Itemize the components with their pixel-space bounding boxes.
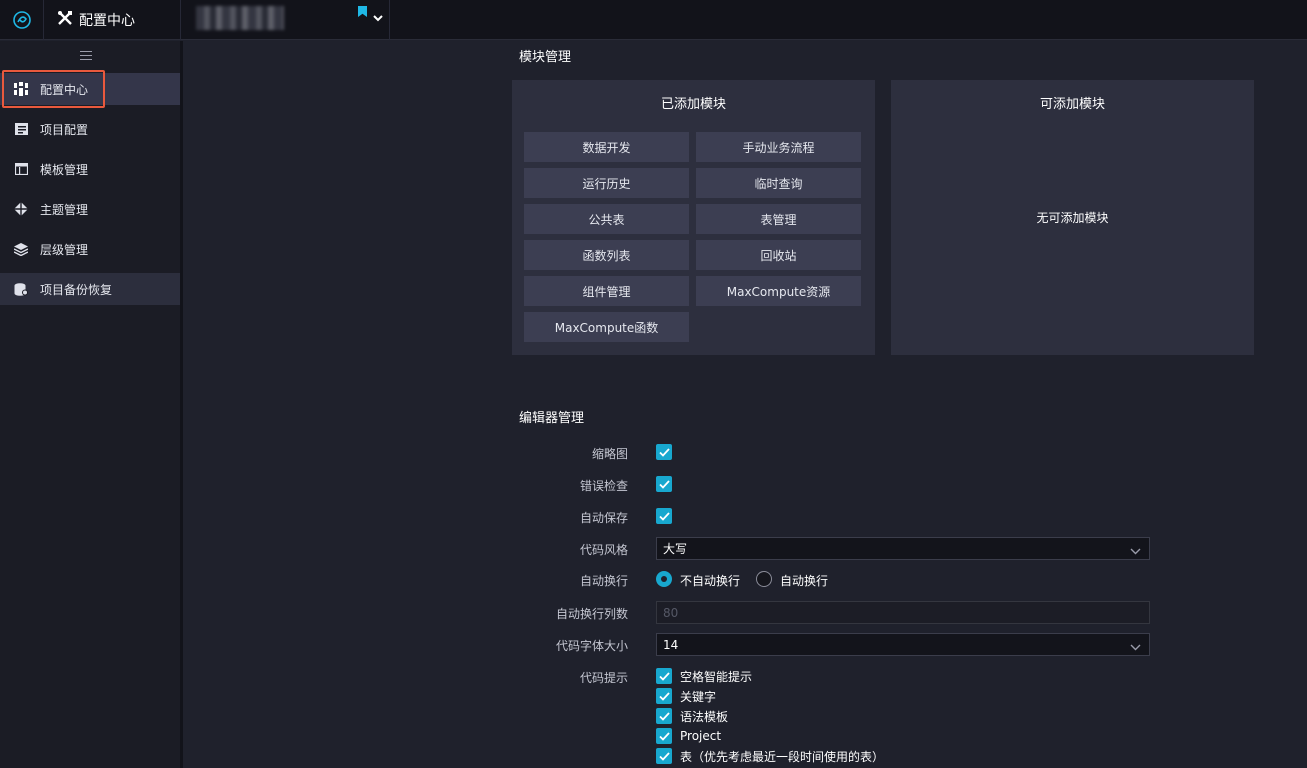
hint-checkbox[interactable]: [656, 668, 672, 684]
module-button[interactable]: 表管理: [696, 204, 861, 234]
module-button[interactable]: 函数列表: [524, 240, 689, 270]
error-check-label: 错误检查: [579, 479, 628, 493]
wrap-columns-label: 自动换行列数: [555, 607, 628, 621]
module-button[interactable]: 手动业务流程: [696, 132, 861, 162]
module-section-title: 模块管理: [519, 50, 572, 65]
word-wrap-label: 自动换行: [579, 574, 628, 588]
minimap-label: 缩略图: [591, 447, 628, 461]
check-icon: [658, 751, 670, 761]
hint-label: 表（优先考虑最近一段时间使用的表）: [680, 749, 885, 764]
added-modules-title: 已添加模块: [660, 97, 726, 112]
top-bar: 配置中心: [0, 0, 1307, 40]
hint-option[interactable]: 语法模板: [656, 708, 728, 724]
wrap-columns-value: 80: [663, 605, 679, 620]
hint-option[interactable]: 关键字: [656, 688, 716, 704]
module-button[interactable]: 回收站: [696, 240, 861, 270]
error-check-checkbox[interactable]: [656, 476, 672, 492]
backup-icon: [14, 282, 28, 296]
tools-icon: [57, 10, 73, 30]
sidebar-item-label: 项目配置: [40, 122, 89, 137]
sidebar-divider[interactable]: [180, 41, 183, 768]
theme-icon: [14, 202, 28, 216]
app-title: 配置中心: [79, 13, 135, 29]
hint-checkbox[interactable]: [656, 708, 672, 724]
sidebar: 配置中心 项目配置 模板管理 主题管理 层级管理 项目备份恢复: [0, 41, 180, 768]
empty-state-text: 无可添加模块: [1036, 211, 1109, 225]
chevron-down-icon[interactable]: [373, 12, 383, 26]
available-modules-title: 可添加模块: [1039, 97, 1105, 112]
hint-label: 关键字: [680, 689, 717, 704]
module-button[interactable]: 组件管理: [524, 276, 689, 306]
code-hints-label: 代码提示: [579, 671, 628, 685]
added-modules-panel: 已添加模块 数据开发 手动业务流程 运行历史 临时查询 公共表 表管理 函数列表…: [512, 80, 875, 355]
hint-label: 空格智能提示: [680, 669, 753, 684]
font-size-label: 代码字体大小: [555, 639, 628, 653]
hint-option[interactable]: 表（优先考虑最近一段时间使用的表）: [656, 748, 884, 764]
module-button[interactable]: 数据开发: [524, 132, 689, 162]
auto-wrap-radio[interactable]: [756, 571, 772, 587]
editor-section-title: 编辑器管理: [519, 411, 585, 426]
sidebar-item-label: 模板管理: [40, 162, 89, 177]
available-modules-panel: 可添加模块 无可添加模块: [891, 80, 1254, 355]
project-selector[interactable]: [182, 0, 390, 40]
sidebar-item-backup[interactable]: 项目备份恢复: [0, 273, 180, 305]
code-style-label: 代码风格: [579, 543, 628, 557]
check-icon: [658, 711, 670, 721]
code-style-value: 大写: [663, 542, 688, 556]
layers-icon: [14, 242, 28, 256]
app-title-bar[interactable]: 配置中心: [45, 0, 181, 40]
module-button[interactable]: 临时查询: [696, 168, 861, 198]
autosave-checkbox[interactable]: [656, 508, 672, 524]
template-icon: [14, 162, 28, 176]
wrap-columns-input: 80: [656, 601, 1150, 624]
check-icon: [658, 731, 670, 741]
no-wrap-label[interactable]: 不自动换行: [680, 572, 740, 589]
folder-doc-icon: [14, 122, 28, 136]
sidebar-item-layers[interactable]: 层级管理: [0, 233, 180, 265]
module-button[interactable]: 公共表: [524, 204, 689, 234]
sidebar-item-project-config[interactable]: 项目配置: [0, 113, 180, 145]
hint-label: Project: [680, 729, 722, 743]
module-button[interactable]: 运行历史: [524, 168, 689, 198]
hint-option[interactable]: Project: [656, 728, 721, 744]
check-icon: [658, 671, 670, 681]
check-icon: [658, 479, 670, 489]
bookmark-icon[interactable]: [358, 6, 367, 17]
sidebar-item-label: 主题管理: [40, 202, 89, 217]
check-icon: [658, 447, 670, 457]
hint-option[interactable]: 空格智能提示: [656, 668, 752, 684]
project-name-redacted: [196, 6, 284, 30]
hint-checkbox[interactable]: [656, 748, 672, 764]
minimap-checkbox[interactable]: [656, 444, 672, 460]
auto-wrap-label[interactable]: 自动换行: [780, 572, 828, 589]
chevron-down-icon: [1130, 640, 1141, 654]
no-wrap-radio[interactable]: [656, 571, 672, 587]
module-button[interactable]: MaxCompute资源: [696, 276, 861, 306]
chevron-down-icon: [1130, 544, 1141, 558]
hint-checkbox[interactable]: [656, 688, 672, 704]
menu-toggle-icon[interactable]: [80, 51, 92, 63]
check-icon: [658, 691, 670, 701]
highlight-annotation: [2, 70, 105, 108]
sidebar-item-theme[interactable]: 主题管理: [0, 193, 180, 225]
font-size-value: 14: [663, 637, 679, 652]
module-button[interactable]: MaxCompute函数: [524, 312, 689, 342]
sidebar-item-label: 层级管理: [40, 242, 89, 257]
product-logo-icon[interactable]: [0, 0, 44, 40]
sidebar-item-template[interactable]: 模板管理: [0, 153, 180, 185]
hint-checkbox[interactable]: [656, 728, 672, 744]
autosave-label: 自动保存: [579, 511, 628, 525]
sidebar-item-label: 项目备份恢复: [40, 282, 113, 297]
code-style-select[interactable]: 大写: [656, 537, 1150, 560]
font-size-select[interactable]: 14: [656, 633, 1150, 656]
check-icon: [658, 511, 670, 521]
hint-label: 语法模板: [680, 709, 729, 724]
